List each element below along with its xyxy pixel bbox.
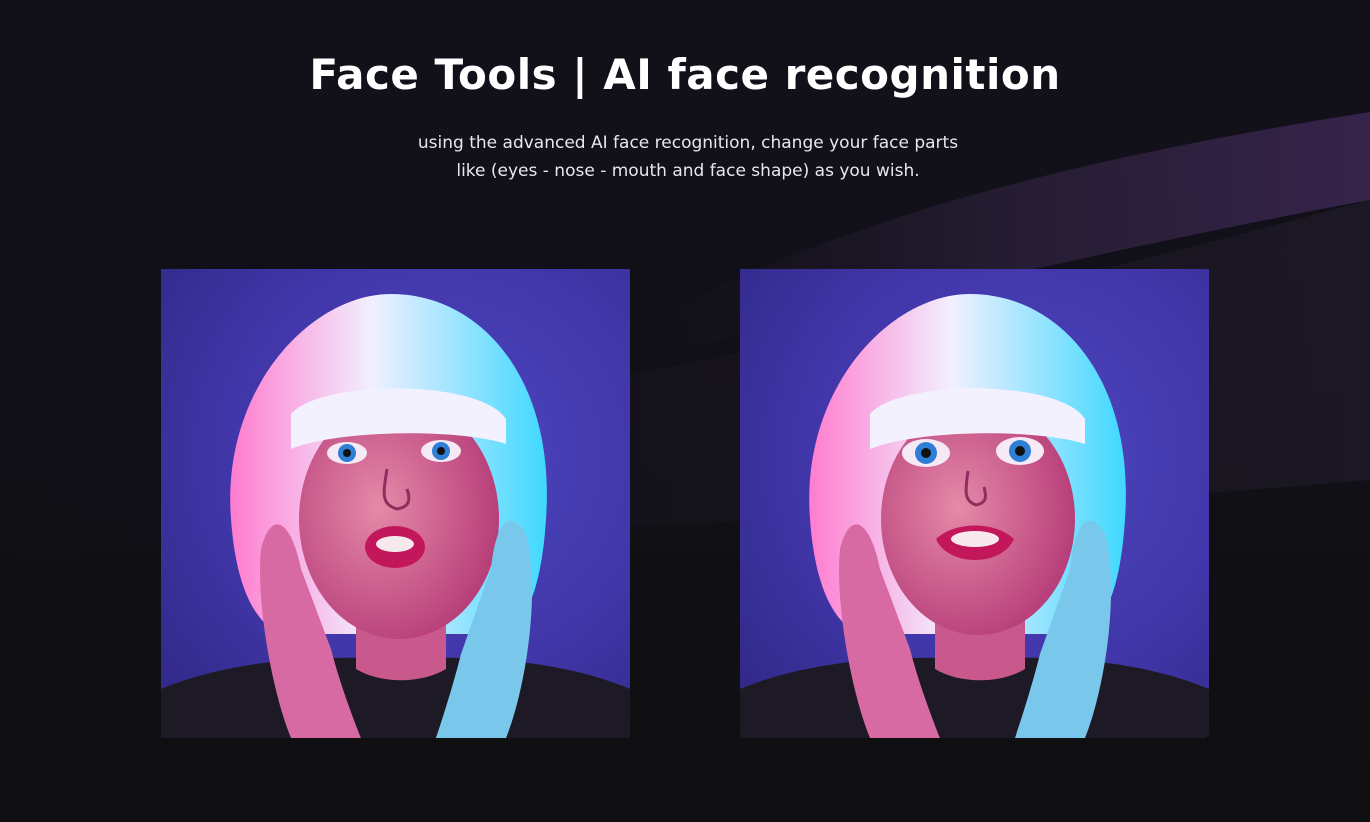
page-title: Face Tools | AI face recognition xyxy=(309,50,1061,99)
portrait-before-image xyxy=(161,269,630,738)
page-description: using the advanced AI face recognition, … xyxy=(385,129,991,185)
face-tools-section: Face Tools | AI face recognition using t… xyxy=(0,0,1370,822)
description-line-1: using the advanced AI face recognition, … xyxy=(417,133,959,153)
description-line-2: like (eyes - nose - mouth and face shape… xyxy=(456,161,920,181)
portrait-after-image xyxy=(740,269,1209,738)
